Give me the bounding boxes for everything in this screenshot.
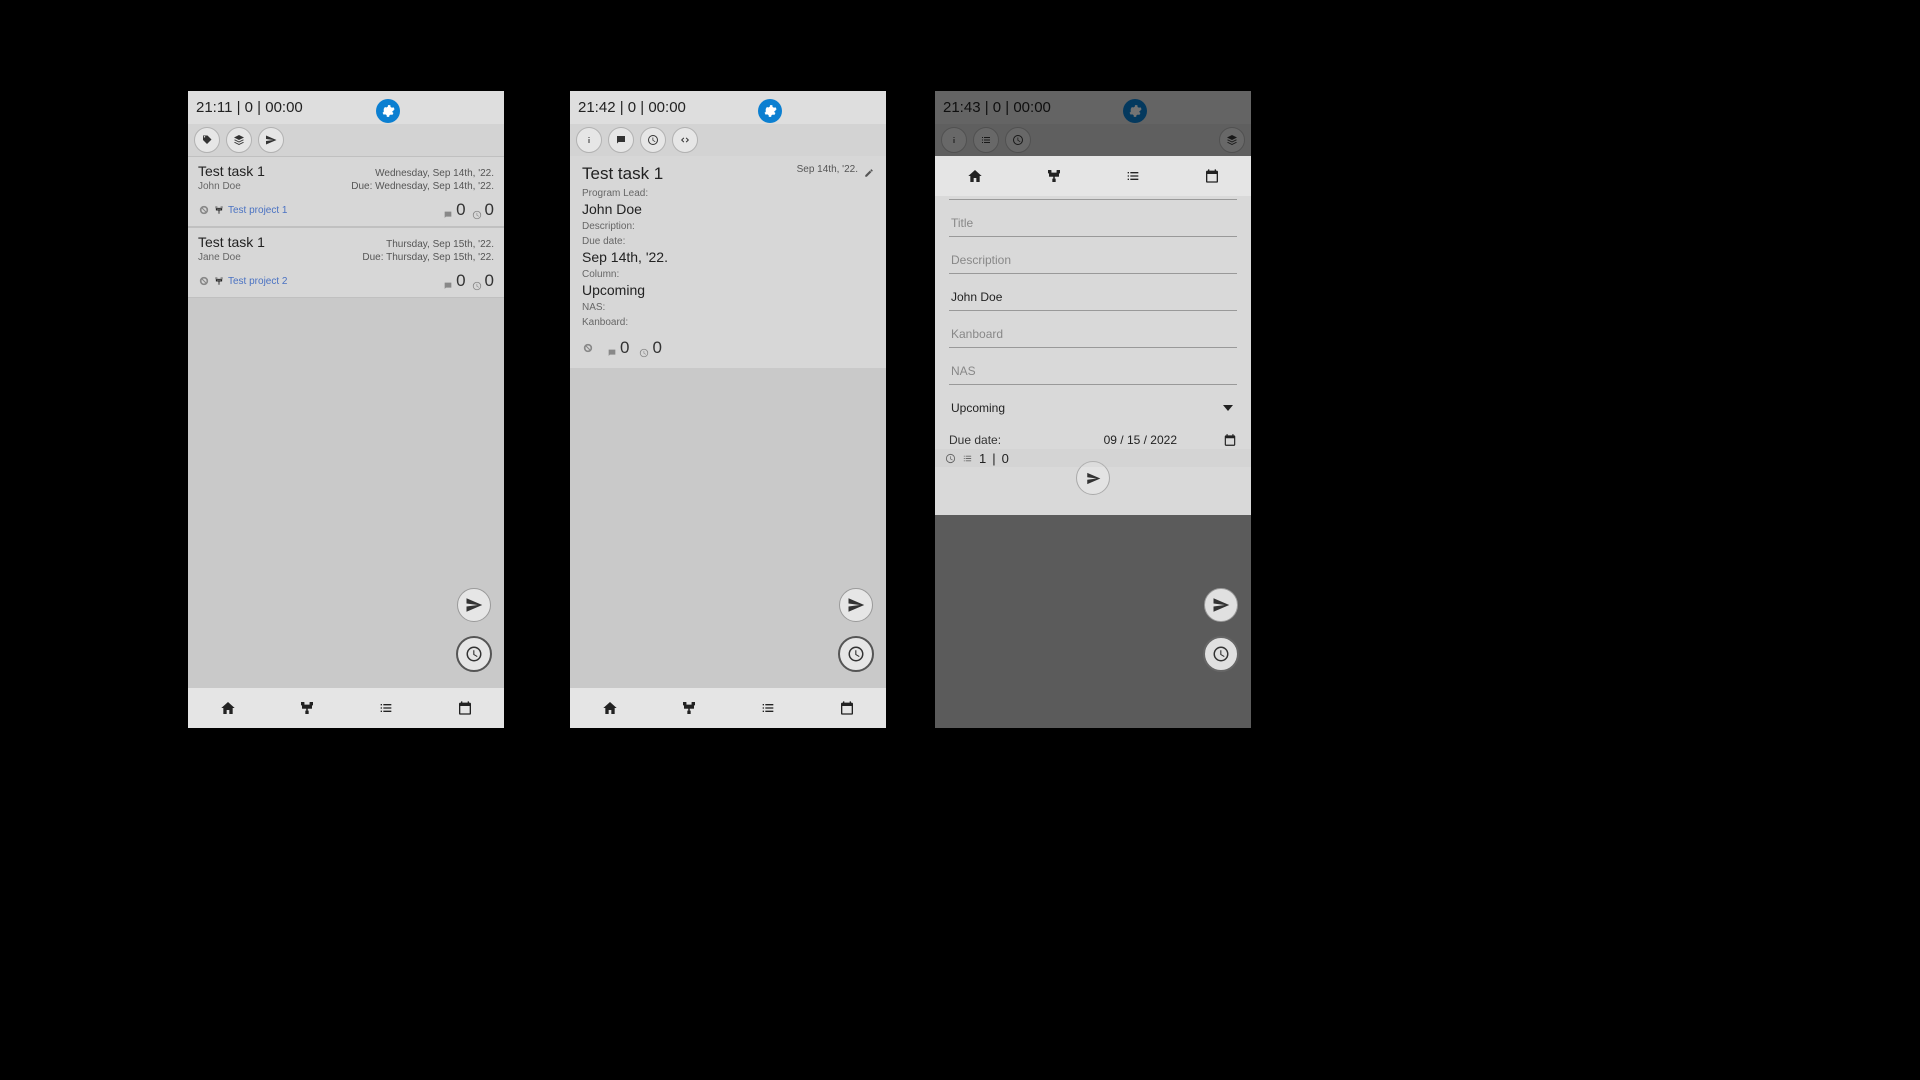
screenshot-task-list: 21:11 | 0 | 00:00 Test task 1 Wednesday,… xyxy=(188,91,504,728)
chat-icon xyxy=(607,343,617,353)
nav-calendar[interactable] xyxy=(1192,161,1232,191)
filter-send-button[interactable] xyxy=(258,127,284,153)
status-bar: 21:42 | 0 | 00:00 xyxy=(570,91,886,124)
lead-label: Program Lead: xyxy=(582,188,874,199)
nas-label: NAS: xyxy=(582,302,874,313)
info-button[interactable] xyxy=(576,127,602,153)
comment-count: 0 xyxy=(443,271,465,291)
ban-icon xyxy=(198,276,209,287)
screenshot-task-form: 21:43 | 0 | 00:00 Upcoming Due date: 09 … xyxy=(935,91,1251,728)
title-input[interactable] xyxy=(949,210,1237,237)
task-due: Due: Thursday, Sep 15th, '22. xyxy=(362,252,494,263)
task-assignee: Jane Doe xyxy=(198,252,241,263)
nav-calendar[interactable] xyxy=(827,693,867,723)
nav-calendar[interactable] xyxy=(445,693,485,723)
compose-fab[interactable] xyxy=(1204,588,1238,622)
nav-projects[interactable] xyxy=(287,693,327,723)
nav-list[interactable] xyxy=(1113,161,1153,191)
chat-icon xyxy=(443,276,453,286)
task-date: Wednesday, Sep 14th, '22. xyxy=(375,168,494,179)
nas-input[interactable] xyxy=(949,358,1237,385)
chat-button[interactable] xyxy=(608,127,634,153)
code-button[interactable] xyxy=(672,127,698,153)
nav-home[interactable] xyxy=(955,161,995,191)
status-text: 21:11 | 0 | 00:00 xyxy=(196,99,303,116)
compose-fab[interactable] xyxy=(457,588,491,622)
list-icon xyxy=(962,453,973,464)
due-label: Due date: xyxy=(582,236,874,247)
nav-list[interactable] xyxy=(748,693,788,723)
task-card[interactable]: Test task 1 Thursday, Sep 15th, '22. Jan… xyxy=(188,227,504,267)
task-card[interactable]: Test task 1 Wednesday, Sep 14th, '22. Jo… xyxy=(188,156,504,196)
clock-icon xyxy=(945,453,956,464)
settings-badge[interactable] xyxy=(376,99,400,123)
toolbar xyxy=(188,124,504,156)
kanboard-label: Kanboard: xyxy=(582,317,874,328)
project-link[interactable]: Test project 1 xyxy=(228,205,287,216)
time-count: 0 xyxy=(472,271,494,291)
task-card-footer: Test project 2 0 0 xyxy=(188,267,504,298)
settings-badge[interactable] xyxy=(758,99,782,123)
clock-icon xyxy=(639,343,649,353)
clock-icon xyxy=(472,276,482,286)
clock-fab[interactable] xyxy=(1203,636,1239,672)
task-title: Test task 1 xyxy=(198,163,265,179)
network-icon xyxy=(213,276,224,287)
chat-icon xyxy=(443,205,453,215)
task-date: Thursday, Sep 15th, '22. xyxy=(386,239,494,250)
task-card-footer: Test project 1 0 0 xyxy=(188,196,504,227)
kanboard-input[interactable] xyxy=(949,321,1237,348)
edit-icon[interactable] xyxy=(864,165,874,175)
clock-icon xyxy=(472,205,482,215)
clock-fab[interactable] xyxy=(456,636,492,672)
comment-count: 0 xyxy=(607,338,629,358)
nav-list[interactable] xyxy=(366,693,406,723)
filter-tag-button[interactable] xyxy=(194,127,220,153)
compose-fab[interactable] xyxy=(839,588,873,622)
assignee-input[interactable] xyxy=(949,284,1237,311)
clock-button[interactable] xyxy=(640,127,666,153)
bottom-nav xyxy=(935,156,1251,196)
nav-home[interactable] xyxy=(208,693,248,723)
task-assignee: John Doe xyxy=(198,181,241,192)
column-select[interactable]: Upcoming xyxy=(949,395,1237,421)
calendar-icon[interactable] xyxy=(1223,433,1237,447)
time-count: 0 xyxy=(639,338,661,358)
column-value: Upcoming xyxy=(582,282,874,298)
ban-icon xyxy=(582,343,593,354)
lead-value: John Doe xyxy=(582,201,874,217)
time-count: 0 xyxy=(472,200,494,220)
clock-fab[interactable] xyxy=(838,636,874,672)
bottom-nav xyxy=(570,688,886,728)
nav-projects[interactable] xyxy=(1034,161,1074,191)
screenshot-task-detail: 21:42 | 0 | 00:00 Test task 1 Sep 14th, … xyxy=(570,91,886,728)
project-link[interactable]: Test project 2 xyxy=(228,276,287,287)
due-label: Due date: xyxy=(949,433,1001,447)
description-input[interactable] xyxy=(949,247,1237,274)
due-value: Sep 14th, '22. xyxy=(582,249,874,265)
detail-title: Test task 1 xyxy=(582,164,663,184)
desc-label: Description: xyxy=(582,221,874,232)
status-text: 21:42 | 0 | 00:00 xyxy=(578,99,686,116)
due-date-input[interactable]: 09 / 15 / 2022 xyxy=(1104,433,1237,447)
filter-stack-button[interactable] xyxy=(226,127,252,153)
network-icon xyxy=(213,205,224,216)
comment-count: 0 xyxy=(443,200,465,220)
task-due: Due: Wednesday, Sep 14th, '22. xyxy=(351,181,494,192)
toolbar xyxy=(570,124,886,156)
counter-strip: 1 | 0 xyxy=(935,449,1251,467)
nav-projects[interactable] xyxy=(669,693,709,723)
detail-date: Sep 14th, '22. xyxy=(797,164,858,175)
task-title: Test task 1 xyxy=(198,234,265,250)
bottom-nav xyxy=(188,688,504,728)
column-label: Column: xyxy=(582,269,874,280)
nav-home[interactable] xyxy=(590,693,630,723)
ban-icon xyxy=(198,205,209,216)
status-bar: 21:11 | 0 | 00:00 xyxy=(188,91,504,124)
task-detail: Test task 1 Sep 14th, '22. Program Lead:… xyxy=(570,156,886,368)
